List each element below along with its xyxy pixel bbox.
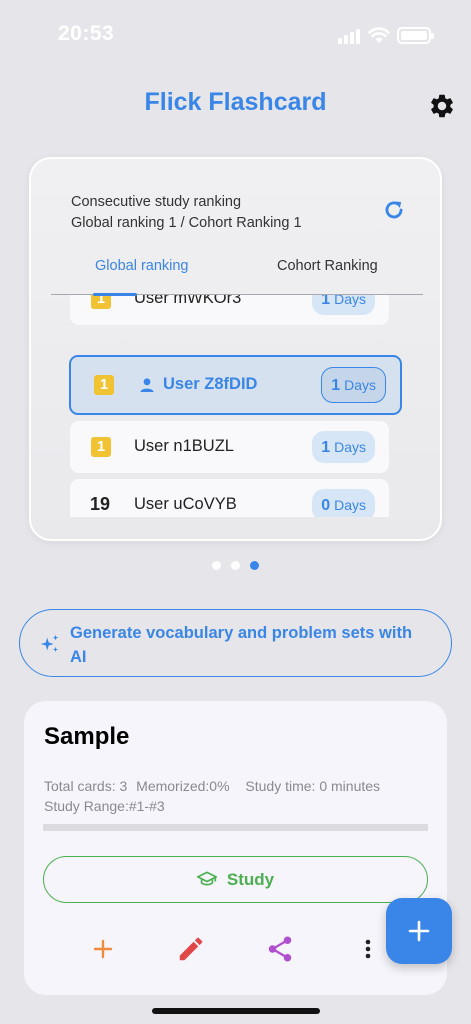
home-indicator[interactable] xyxy=(152,1008,320,1014)
days-badge: 0 Days xyxy=(312,489,375,517)
tab-cohort-ranking[interactable]: Cohort Ranking xyxy=(277,258,378,274)
deck-card[interactable]: Sample Total cards: 3 Memorized:0% Study… xyxy=(24,701,447,995)
ranking-user-name: User uCoVYB xyxy=(134,495,237,513)
total-cards-text: Total cards: 3 xyxy=(44,778,128,794)
ranking-user-name: User mWKOr3 xyxy=(134,295,242,307)
ranking-card[interactable]: Consecutive study ranking Global ranking… xyxy=(29,157,442,541)
ranking-user-name: User Z8fDID xyxy=(163,375,258,393)
study-button[interactable]: Study xyxy=(43,856,428,903)
study-time-text: Study time: 0 minutes xyxy=(245,778,381,794)
sparkle-icon xyxy=(40,634,59,653)
app-title: Flick Flashcard xyxy=(144,88,327,116)
ranking-summary: Global ranking 1 / Cohort Ranking 1 xyxy=(71,215,302,231)
ranking-row-current-user[interactable]: 1 User Z8fDID 1 Days xyxy=(69,355,402,415)
rank-badge: 1 xyxy=(91,437,111,457)
generate-with-ai-label: Generate vocabulary and problem sets wit… xyxy=(70,624,413,666)
deck-stats: Total cards: 3 Memorized:0% Study time: … xyxy=(44,776,380,816)
days-badge: 1 Days xyxy=(312,295,375,315)
rank-badge: 1 xyxy=(91,295,111,309)
tab-global-ranking[interactable]: Global ranking xyxy=(95,258,189,274)
ranking-row[interactable]: 1 User mWKOr3 1 Days xyxy=(70,295,389,325)
deck-progress-bar xyxy=(43,824,428,831)
rank-number: 19 xyxy=(90,494,111,514)
page-indicator xyxy=(0,561,471,570)
memorized-text: Memorized:0% xyxy=(136,778,230,794)
add-icon[interactable] xyxy=(88,934,118,964)
status-time: 20:53 xyxy=(58,22,115,45)
days-badge: 1 Days xyxy=(312,431,375,463)
ranking-list[interactable]: 1 User mWKOr3 1 Days 1 User Z8fDID 1 Day… xyxy=(31,295,440,517)
ranking-user-name: User n1BUZL xyxy=(134,437,234,455)
ranking-row[interactable]: 19 User uCoVYB 0 Days xyxy=(70,479,389,517)
tab-indicator xyxy=(93,293,137,296)
cellular-signal-icon xyxy=(338,28,362,44)
study-button-label: Study xyxy=(226,870,275,889)
rank-badge: 1 xyxy=(94,375,114,395)
days-badge: 1 Days xyxy=(321,367,386,403)
wifi-icon xyxy=(368,27,390,43)
page-dot[interactable] xyxy=(231,561,240,570)
person-icon xyxy=(140,378,154,392)
add-icon xyxy=(408,920,430,942)
deck-title: Sample xyxy=(44,723,130,750)
add-deck-fab[interactable] xyxy=(386,898,452,964)
more-vertical-icon[interactable] xyxy=(353,934,383,964)
page-dot-active[interactable] xyxy=(250,561,259,570)
refresh-icon[interactable] xyxy=(381,197,407,223)
edit-pencil-icon[interactable] xyxy=(176,934,206,964)
graduation-cap-icon xyxy=(196,871,217,886)
page-dot[interactable] xyxy=(212,561,221,570)
gear-icon[interactable] xyxy=(428,92,456,120)
ranking-row[interactable]: 1 User n1BUZL 1 Days xyxy=(70,421,389,473)
study-range-text: Study Range:#1-#3 xyxy=(44,798,165,814)
battery-icon xyxy=(397,27,434,44)
share-icon[interactable] xyxy=(265,934,295,964)
status-bar: 20:53 xyxy=(0,0,471,70)
ranking-heading: Consecutive study ranking Global ranking… xyxy=(71,192,302,234)
generate-with-ai-button[interactable]: Generate vocabulary and problem sets wit… xyxy=(19,609,452,677)
ranking-heading-title: Consecutive study ranking xyxy=(71,194,242,210)
